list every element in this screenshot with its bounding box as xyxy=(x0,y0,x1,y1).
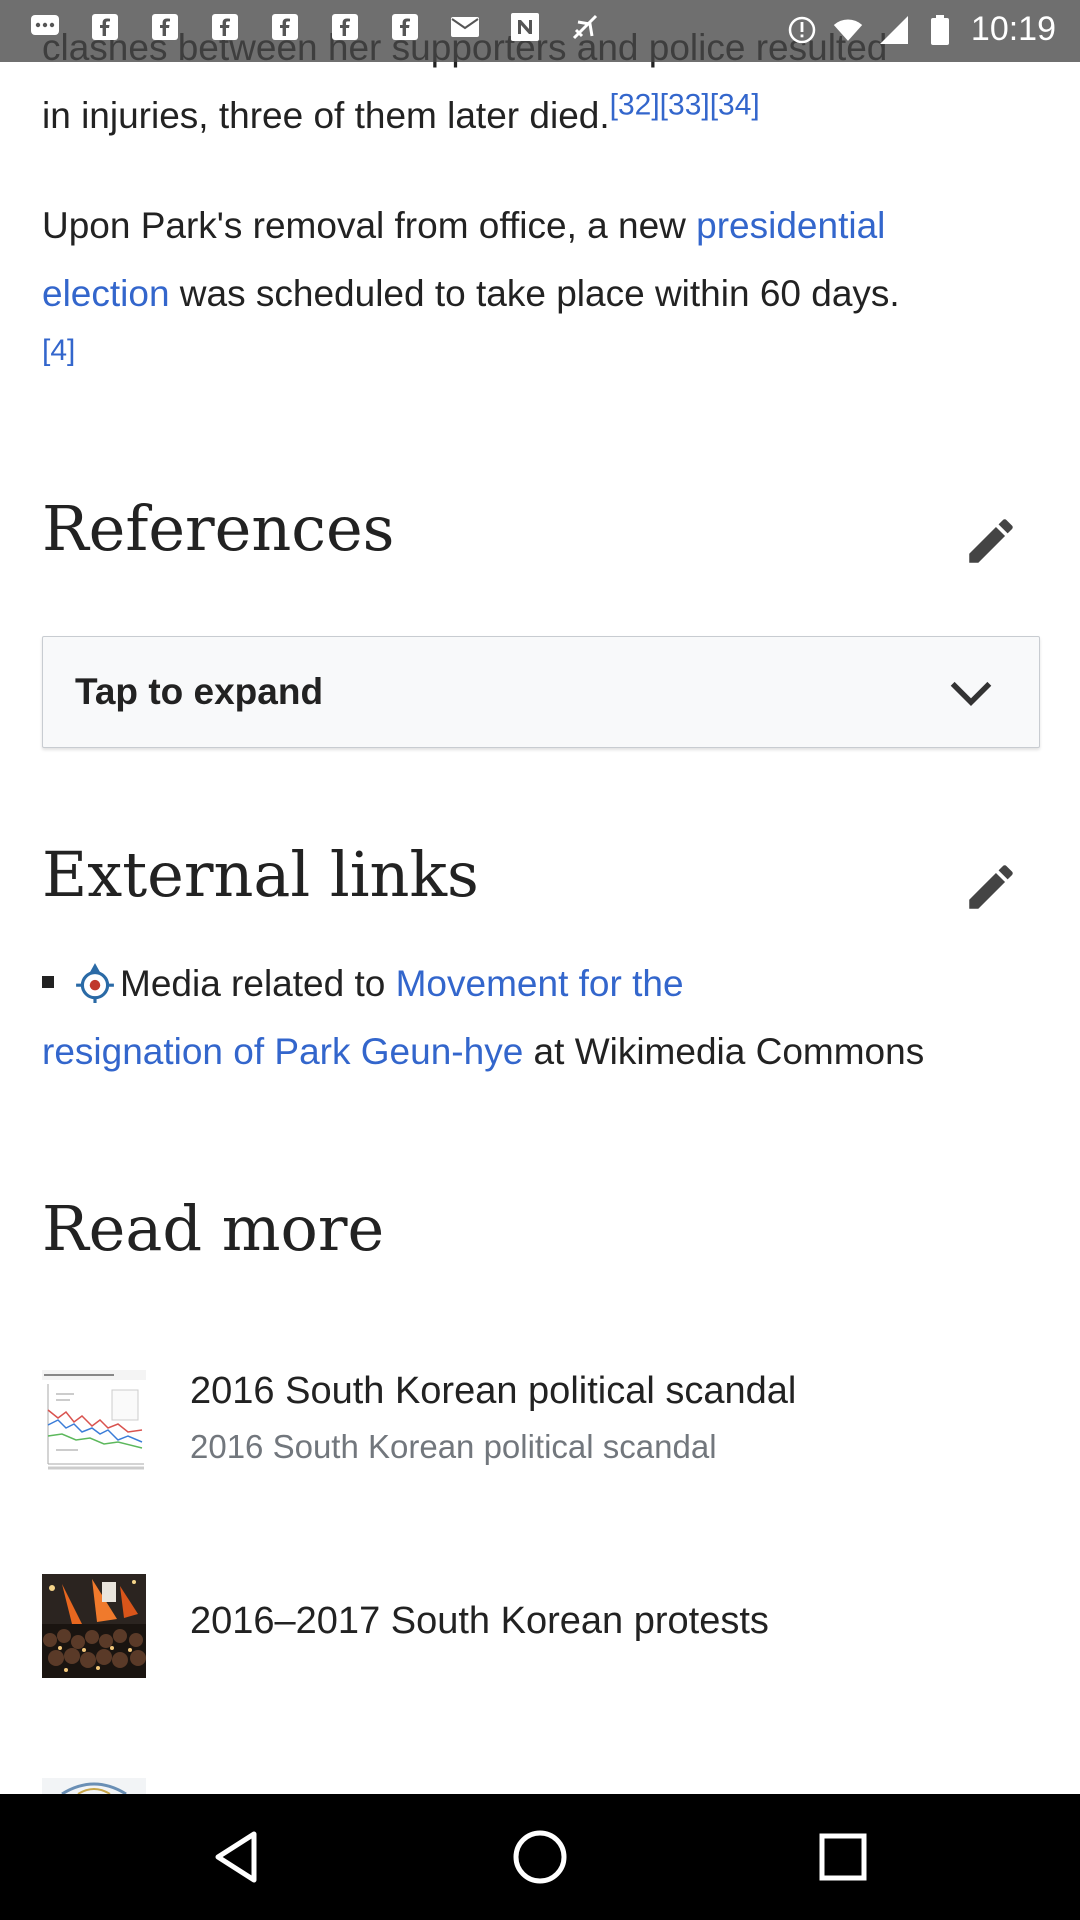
read-more-heading: Read more xyxy=(42,1192,385,1265)
citation-link[interactable]: [4] xyxy=(42,334,75,367)
references-expand-button[interactable]: Tap to expand xyxy=(42,636,1040,748)
recents-icon[interactable] xyxy=(810,1824,876,1890)
expand-label: Tap to expand xyxy=(75,671,324,712)
paragraph-text: in injuries, three of them later died. xyxy=(42,95,610,136)
read-more-item[interactable]: 2016 South Korean political scandal 2016… xyxy=(42,1370,1042,1480)
mail-icon xyxy=(450,12,480,42)
commons-category-link[interactable]: Movement for the xyxy=(396,963,684,1004)
back-icon[interactable] xyxy=(204,1824,270,1890)
edit-pencil-icon[interactable] xyxy=(962,512,1020,570)
edit-pencil-icon[interactable] xyxy=(962,858,1020,916)
paragraph-line: [4] xyxy=(42,328,1042,371)
paragraph-line: election was scheduled to take place wit… xyxy=(42,260,1042,328)
system-icons: 10:19 xyxy=(787,10,1056,49)
wikimedia-commons-icon xyxy=(76,963,114,1004)
external-links-heading: External links xyxy=(42,838,479,911)
battery-icon xyxy=(925,14,955,45)
article-thumbnail xyxy=(42,1370,146,1474)
list-item-line: Media related to Movement for the xyxy=(42,950,1052,1018)
facebook-icon xyxy=(390,12,420,42)
chat-bubble-icon xyxy=(30,12,60,42)
home-icon[interactable] xyxy=(507,1824,573,1890)
list-item-line: resignation of Park Geun-hye at Wikimedi… xyxy=(42,1018,1052,1086)
notification-icons xyxy=(30,12,600,42)
airplane-icon xyxy=(570,12,600,42)
facebook-icon xyxy=(330,12,360,42)
bullet-marker xyxy=(42,976,54,989)
facebook-icon xyxy=(270,12,300,42)
commons-category-link[interactable]: resignation of Park Geun-hye xyxy=(42,1031,523,1072)
list-item-text: at Wikimedia Commons xyxy=(523,1031,925,1072)
chevron-down-icon xyxy=(950,681,992,707)
presidential-election-link[interactable]: election xyxy=(42,273,170,314)
signal-icon xyxy=(879,15,909,45)
article-paragraph-2: Upon Park's removal from office, a new p… xyxy=(42,192,1042,371)
article-title: 2016–2017 South Korean protests xyxy=(190,1600,769,1642)
article-description: 2016 South Korean political scandal xyxy=(190,1428,717,1465)
article-thumbnail xyxy=(42,1574,146,1678)
facebook-icon xyxy=(150,12,180,42)
read-more-item[interactable] xyxy=(42,1778,1042,1794)
paragraph-text: Upon Park's removal from office, a new xyxy=(42,205,697,246)
facebook-icon xyxy=(210,12,240,42)
external-link-item: Media related to Movement for the resign… xyxy=(42,950,1052,1086)
wifi-icon xyxy=(833,15,863,45)
facebook-icon xyxy=(90,12,120,42)
presidential-election-link[interactable]: presidential xyxy=(696,205,885,246)
list-item-text: Media related to xyxy=(120,963,396,1004)
alert-icon xyxy=(787,15,817,45)
citation-link[interactable]: [32][33][34] xyxy=(610,89,760,122)
article-title: 2016 South Korean political scandal xyxy=(190,1370,797,1412)
navigation-bar xyxy=(0,1794,1080,1920)
paragraph-text: was scheduled to take place within 60 da… xyxy=(169,273,900,314)
article-thumbnail xyxy=(42,1778,146,1794)
clock: 10:19 xyxy=(970,10,1056,48)
status-bar: 10:19 xyxy=(0,0,1080,62)
paragraph-line: in injuries, three of them later died.[3… xyxy=(42,82,1042,150)
references-heading: References xyxy=(42,492,395,565)
paragraph-line: Upon Park's removal from office, a new p… xyxy=(42,192,1042,260)
news-icon xyxy=(510,12,540,42)
read-more-item[interactable]: 2016–2017 South Korean protests xyxy=(42,1574,1042,1684)
